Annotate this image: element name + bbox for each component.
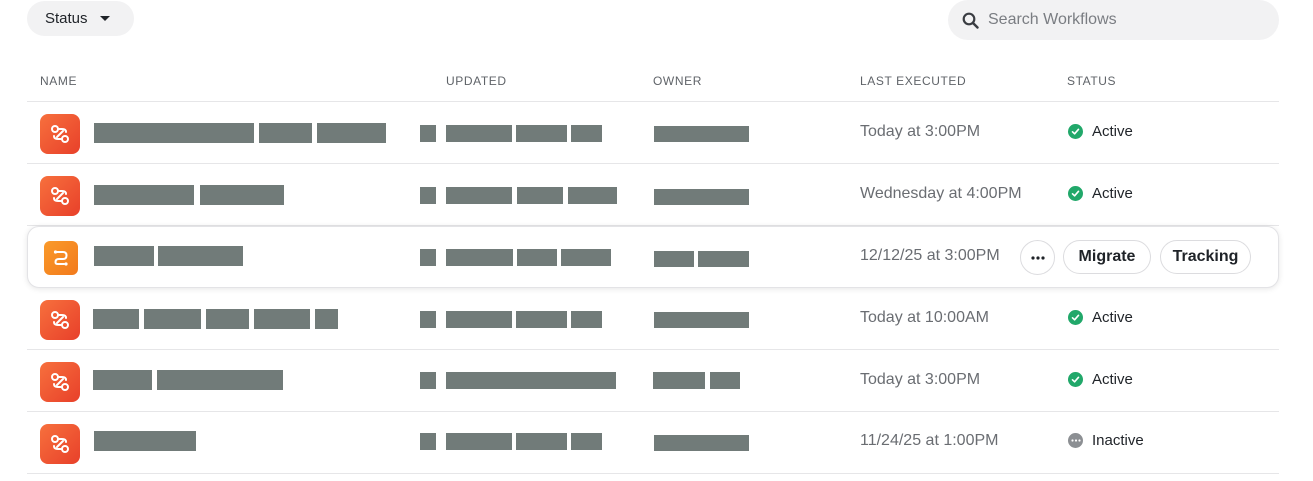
redacted-owner	[654, 251, 694, 267]
last-executed: Today at 3:00PM	[860, 123, 981, 140]
redacted-updated	[446, 311, 512, 328]
check-circle-icon	[1068, 186, 1083, 201]
workflow-icon	[40, 300, 80, 340]
column-header-updated[interactable]: UPDATED	[446, 74, 507, 88]
status-badge: Active	[1068, 309, 1133, 326]
workflow-icon	[40, 362, 80, 402]
redacted-name	[317, 123, 386, 143]
redacted-owner	[710, 372, 740, 389]
ellipsis-circle-icon	[1068, 433, 1083, 448]
redacted-updated	[571, 311, 602, 328]
last-executed: 12/12/25 at 3:00PM	[860, 247, 1000, 264]
check-circle-icon	[1068, 310, 1083, 325]
redacted-owner	[654, 189, 749, 205]
redacted-owner	[654, 126, 749, 142]
redacted-updated	[446, 372, 616, 389]
last-executed: Today at 3:00PM	[860, 371, 981, 388]
migrate-button[interactable]: Migrate	[1063, 240, 1151, 274]
last-executed: Wednesday at 4:00PM	[860, 185, 1022, 202]
column-header-name[interactable]: NAME	[40, 74, 77, 88]
status-label: Active	[1092, 371, 1133, 388]
redacted-name	[259, 123, 312, 143]
redacted-updated	[420, 187, 436, 204]
redacted-updated	[516, 311, 567, 328]
status-label: Inactive	[1092, 432, 1144, 449]
caret-down-icon	[99, 16, 110, 21]
table-row[interactable]: Today at 3:00PM Active	[27, 102, 1279, 164]
redacted-updated	[446, 187, 512, 204]
table-row-hovered[interactable]: 12/12/25 at 3:00PM Migrate Tracking	[27, 226, 1279, 288]
redacted-name	[254, 309, 310, 329]
table-row[interactable]: Today at 3:00PM Active	[27, 350, 1279, 412]
redacted-updated	[517, 187, 563, 204]
workflow-icon	[40, 176, 80, 216]
redacted-updated	[516, 433, 567, 450]
search-box[interactable]	[948, 0, 1279, 40]
status-badge: Active	[1068, 123, 1133, 140]
table-header: NAME UPDATED OWNER LAST EXECUTED STATUS	[27, 62, 1279, 102]
status-filter-dropdown[interactable]: Status	[27, 1, 134, 36]
search-input[interactable]	[988, 11, 1258, 29]
redacted-updated	[446, 125, 512, 142]
tracking-button[interactable]: Tracking	[1160, 240, 1251, 274]
workflow-icon	[40, 424, 80, 464]
column-header-last-executed[interactable]: LAST EXECUTED	[860, 74, 966, 88]
redacted-updated	[561, 249, 611, 266]
check-circle-icon	[1068, 372, 1083, 387]
status-badge: Inactive	[1068, 432, 1144, 449]
redacted-updated	[420, 372, 436, 389]
redacted-name	[93, 309, 139, 329]
redacted-updated	[446, 249, 513, 266]
column-header-status[interactable]: STATUS	[1067, 74, 1116, 88]
redacted-updated	[420, 311, 436, 328]
redacted-owner	[698, 251, 749, 267]
redacted-updated	[571, 433, 602, 450]
redacted-owner	[653, 372, 705, 389]
status-label: Active	[1092, 309, 1133, 326]
column-header-owner[interactable]: OWNER	[653, 74, 702, 88]
more-actions-button[interactable]	[1020, 240, 1055, 275]
check-circle-icon	[1068, 124, 1083, 139]
redacted-name	[94, 185, 194, 205]
table-row[interactable]: Wednesday at 4:00PM Active	[27, 164, 1279, 226]
redacted-updated	[568, 187, 617, 204]
redacted-updated	[420, 249, 436, 266]
ellipsis-icon	[1030, 255, 1045, 260]
workflow-icon	[40, 114, 80, 154]
redacted-updated	[516, 125, 567, 142]
redacted-updated	[571, 125, 602, 142]
workflow-path-icon	[44, 241, 78, 275]
redacted-updated	[517, 249, 557, 266]
redacted-name	[93, 370, 152, 390]
status-label: Active	[1092, 185, 1133, 202]
redacted-updated	[446, 433, 512, 450]
last-executed: Today at 10:00AM	[860, 309, 989, 326]
redacted-name	[158, 246, 243, 266]
last-executed: 11/24/25 at 1:00PM	[860, 432, 999, 449]
table-row[interactable]: 11/24/25 at 1:00PM Inactive	[27, 412, 1279, 474]
redacted-updated	[420, 433, 436, 450]
status-badge: Active	[1068, 371, 1133, 388]
redacted-name	[94, 431, 196, 451]
redacted-name	[200, 185, 284, 205]
toolbar: Status	[27, 0, 1279, 40]
redacted-name	[206, 309, 249, 329]
status-badge: Active	[1068, 185, 1133, 202]
search-icon	[962, 12, 979, 29]
status-label: Active	[1092, 123, 1133, 140]
redacted-owner	[654, 435, 749, 451]
redacted-name	[315, 309, 338, 329]
redacted-name	[94, 123, 254, 143]
table-row[interactable]: Today at 10:00AM Active	[27, 288, 1279, 350]
redacted-owner	[654, 312, 749, 328]
redacted-name	[144, 309, 201, 329]
status-filter-label: Status	[45, 10, 88, 27]
redacted-updated	[420, 125, 436, 142]
redacted-name	[157, 370, 283, 390]
redacted-name	[94, 246, 154, 266]
